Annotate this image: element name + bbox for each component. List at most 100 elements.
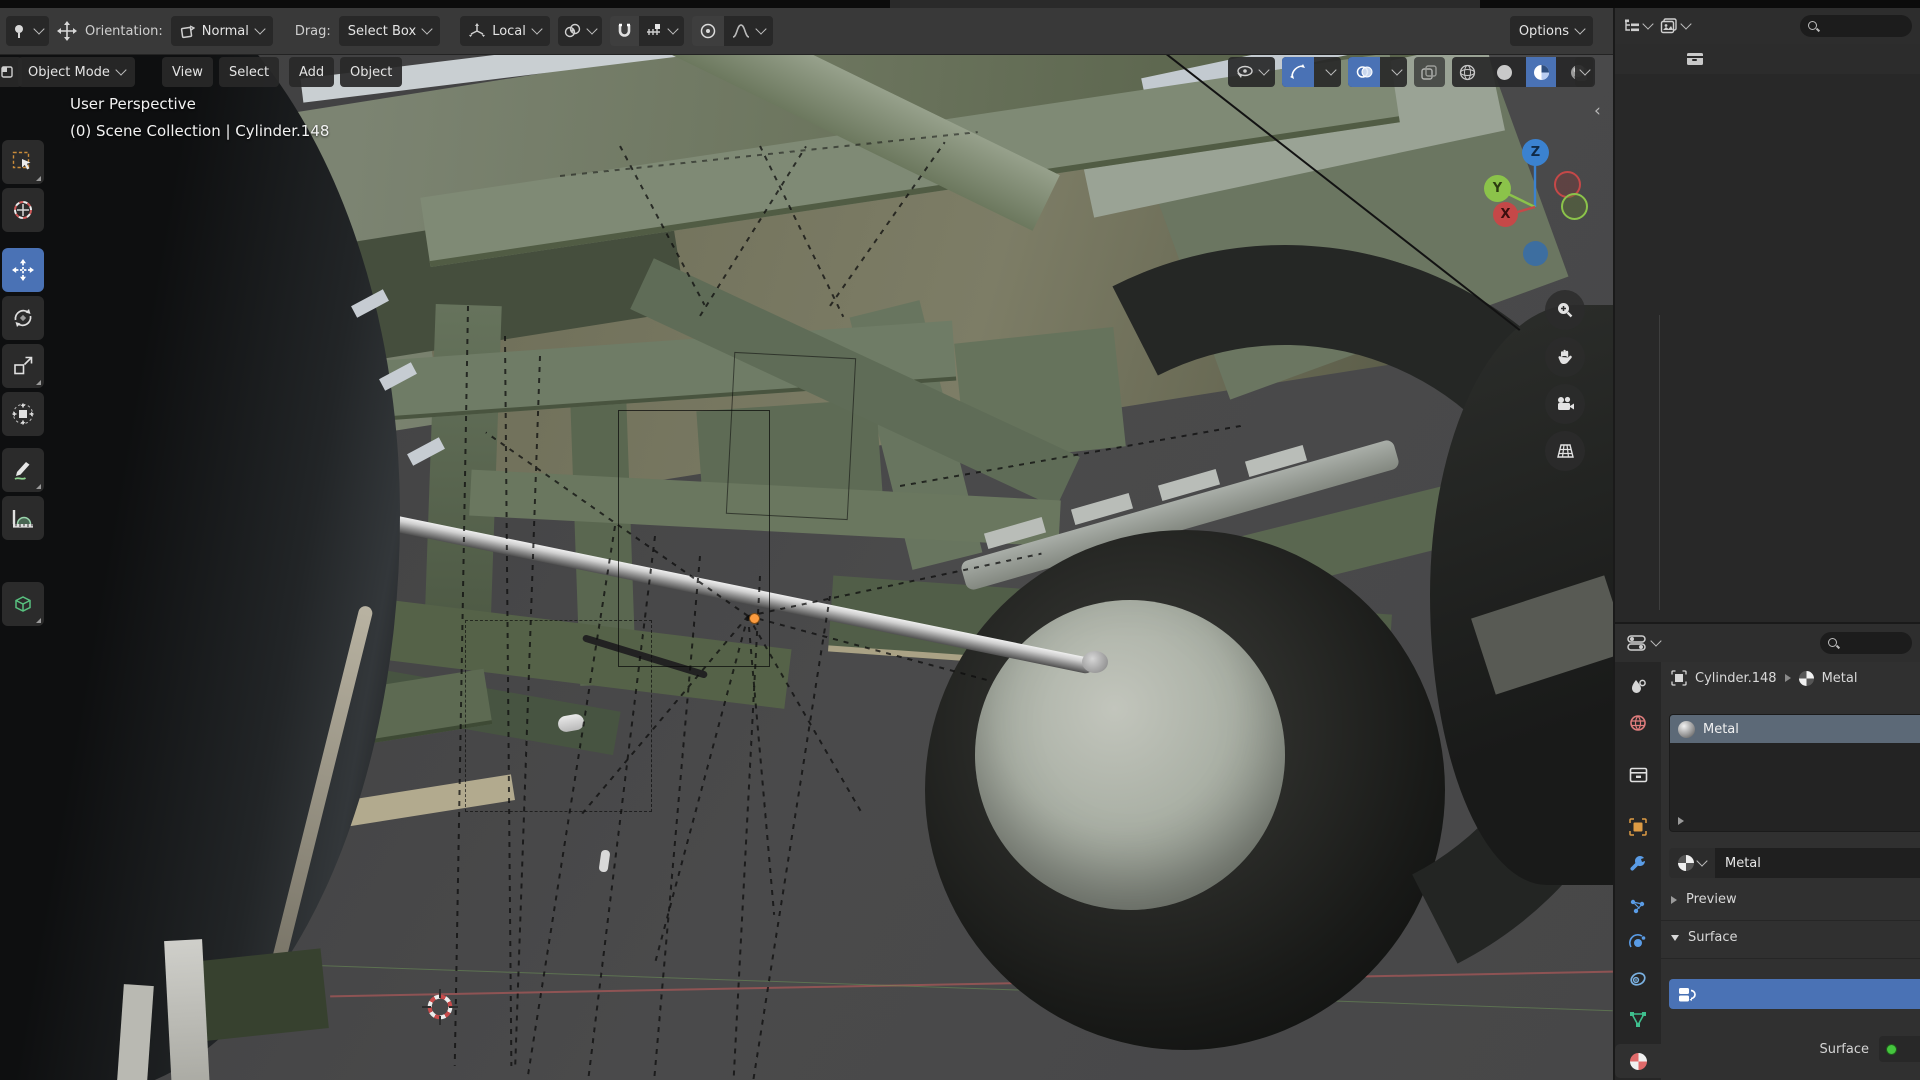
snap-settings-dropdown[interactable]: [639, 16, 684, 46]
physics-icon: [1629, 934, 1647, 952]
tool-add-cube[interactable]: [2, 582, 44, 626]
tab-particles[interactable]: [1615, 890, 1661, 924]
use-nodes-button[interactable]: [1669, 979, 1920, 1009]
preview-section-header[interactable]: Preview: [1671, 892, 1737, 907]
add-menu[interactable]: Add: [289, 57, 334, 87]
tool-annotate[interactable]: [2, 448, 44, 492]
orientation-dropdown[interactable]: Normal: [171, 16, 273, 46]
tool-measure[interactable]: [2, 496, 44, 540]
object-menu[interactable]: Object: [340, 57, 402, 87]
tool-3d-cursor[interactable]: [2, 188, 44, 232]
surface-input-label: Surface: [1661, 1042, 1879, 1057]
dark-block: [191, 948, 329, 1041]
options-dropdown[interactable]: Options: [1510, 16, 1593, 46]
world-icon: [1629, 714, 1647, 732]
camera-view-button[interactable]: [1545, 384, 1585, 424]
tab-modifiers[interactable]: [1615, 846, 1661, 880]
outliner-search-input[interactable]: [1800, 15, 1912, 37]
outliner-row-clipped[interactable]: [1615, 44, 1920, 74]
tab-data[interactable]: [1615, 1002, 1661, 1036]
pivot-point-dropdown[interactable]: [558, 16, 602, 46]
outliner-editor-icon[interactable]: [1623, 19, 1652, 34]
tool-select-box[interactable]: [2, 140, 44, 184]
tab-physics[interactable]: [1615, 926, 1661, 960]
material-preview-shading-icon[interactable]: [1526, 57, 1556, 87]
breadcrumb-material[interactable]: Metal: [1822, 671, 1858, 686]
tool-transform[interactable]: [2, 392, 44, 436]
tool-rotate[interactable]: [2, 296, 44, 340]
proportional-editing-toggle[interactable]: [692, 16, 724, 46]
material-slot-list[interactable]: Metal: [1669, 714, 1920, 832]
mode-dropdown[interactable]: Object Mode: [18, 57, 135, 87]
zoom-button[interactable]: [1545, 290, 1585, 330]
snap-toggle[interactable]: [610, 16, 639, 46]
view-menu[interactable]: View: [162, 57, 213, 87]
collection-icon: [1687, 53, 1703, 65]
drag-dropdown[interactable]: Select Box: [339, 16, 440, 46]
gizmo-toggle-group[interactable]: [1282, 57, 1341, 87]
particles-icon: [1629, 898, 1647, 916]
selectability-visibility-dropdown[interactable]: [1228, 57, 1275, 87]
overlays-dropdown[interactable]: [1387, 70, 1407, 74]
navigation-gizmo[interactable]: Z Y X: [1460, 125, 1610, 525]
tool-move[interactable]: [2, 248, 44, 292]
tab-object[interactable]: [1615, 810, 1661, 844]
material-name-field[interactable]: Metal: [1715, 848, 1920, 878]
display-mode-icon[interactable]: [1660, 18, 1690, 34]
overlays-toggle-icon[interactable]: [1348, 57, 1380, 87]
properties-editor-icon[interactable]: [1627, 635, 1660, 651]
wireframe-shading-icon[interactable]: [1452, 57, 1482, 87]
tab-render[interactable]: [1615, 670, 1661, 704]
transform-orientation-dropdown[interactable]: Local: [460, 16, 550, 46]
sidebar-collapse-arrow[interactable]: ‹: [1594, 101, 1601, 121]
overlays-toggle-group[interactable]: [1348, 57, 1407, 87]
material-browse-button[interactable]: [1669, 848, 1715, 878]
options-label: Options: [1519, 24, 1569, 39]
gun-barrel: [0, 55, 400, 1080]
transform-tool-icon: [12, 403, 34, 425]
properties-search-input[interactable]: [1820, 632, 1912, 654]
gizmo-y-axis[interactable]: Y: [1484, 175, 1511, 202]
material-sphere-icon: [1799, 671, 1814, 686]
solid-shading-icon[interactable]: [1489, 57, 1519, 87]
active-tool-icon[interactable]: [6, 16, 49, 46]
shading-dropdown[interactable]: [1575, 57, 1595, 87]
gizmo-dropdown[interactable]: [1321, 70, 1341, 74]
xray-icon: [1421, 65, 1438, 80]
gizmo-toggle-icon[interactable]: [1282, 57, 1314, 87]
slot-list-expand-icon[interactable]: [1678, 817, 1684, 825]
material-icon: [1630, 1053, 1647, 1070]
scale-tool-icon: [12, 355, 34, 377]
pan-button[interactable]: [1545, 337, 1585, 377]
xray-toggle[interactable]: [1414, 57, 1445, 87]
material-slot-label: Metal: [1703, 722, 1739, 737]
zoom-icon: [1556, 301, 1574, 319]
pivot-point-icon: [564, 23, 581, 40]
material-slot-active[interactable]: Metal: [1670, 715, 1920, 743]
gizmo-z-axis[interactable]: Z: [1522, 139, 1549, 166]
gizmo-x-axis[interactable]: X: [1493, 202, 1518, 227]
white-peg: [599, 849, 611, 872]
proportional-falloff-dropdown[interactable]: [724, 16, 773, 46]
breadcrumb-object[interactable]: Cylinder.148: [1695, 671, 1777, 686]
tool-settings-bar: Orientation: Normal Drag: Select Box Loc…: [0, 8, 1613, 55]
surface-input-row: Surface: [1661, 1034, 1920, 1064]
tool-scale[interactable]: [2, 344, 44, 388]
tab-world[interactable]: [1615, 706, 1661, 740]
surface-section-header[interactable]: Surface: [1671, 930, 1738, 945]
proportional-circle-icon: [700, 23, 716, 39]
tab-constraints[interactable]: [1615, 962, 1661, 996]
axle-cap: [1082, 651, 1108, 673]
tab-material[interactable]: [1615, 1044, 1661, 1078]
gizmo-y-neg-axis[interactable]: [1561, 193, 1588, 220]
select-menu[interactable]: Select: [219, 57, 279, 87]
view-perspective-label: User Perspective: [70, 95, 196, 113]
3d-viewport[interactable]: Object Mode View Select Add Object: [0, 55, 1613, 1080]
breadcrumb-arrow-icon: [1785, 674, 1791, 682]
surface-shader-selector[interactable]: [1879, 1036, 1920, 1062]
constraints-icon: [1629, 970, 1647, 988]
tab-collection[interactable]: [1615, 758, 1661, 792]
snap-target-icon: [646, 24, 662, 38]
gizmo-z-neg-axis[interactable]: [1523, 241, 1548, 266]
ortho-toggle-button[interactable]: [1545, 431, 1585, 471]
